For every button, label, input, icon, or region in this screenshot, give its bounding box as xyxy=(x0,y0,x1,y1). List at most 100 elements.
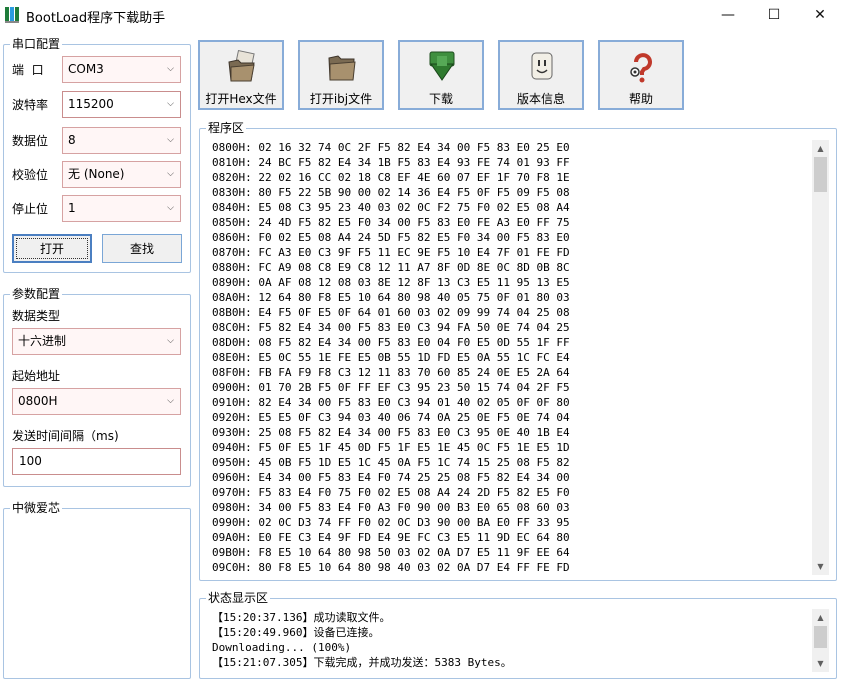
download-label: 下载 xyxy=(428,92,453,106)
hex-line: 0910H: 82 E4 34 00 F5 83 E0 C3 94 01 40 … xyxy=(212,396,570,409)
hex-listing[interactable]: 0800H: 02 16 32 74 0C 2F F5 82 E4 34 00 … xyxy=(212,140,808,576)
hex-line: 08F0H: FB FA F9 F8 C3 12 11 83 70 60 85 … xyxy=(212,366,570,379)
chevron-down-icon: ⌵ xyxy=(167,64,174,74)
hex-line: 08C0H: F5 82 E4 34 00 F5 83 E0 C3 94 FA … xyxy=(212,321,570,334)
hex-line: 0940H: F5 0F E5 1F 45 0D F5 1F E5 1E 45 … xyxy=(212,441,570,454)
hex-line: 0810H: 24 BC F5 82 E4 34 1B F5 83 E4 93 … xyxy=(212,156,570,169)
version-info-label: 版本信息 xyxy=(516,92,565,106)
open-hex-button[interactable]: 打开Hex文件 xyxy=(198,40,284,110)
databits-value: 8 xyxy=(68,133,76,147)
hex-line: 0840H: E5 08 C3 95 23 40 03 02 0C F2 75 … xyxy=(212,201,570,214)
datatype-label: 数据类型 xyxy=(12,309,61,323)
baud-label: 波特率 xyxy=(12,98,49,112)
program-scrollbar[interactable]: ▲ ▼ xyxy=(812,140,829,575)
interval-label: 发送时间间隔（ms) xyxy=(12,429,119,443)
title-bar: BootLoad程序下载助手 — ☐ ✕ xyxy=(0,0,843,30)
hex-line: 09A0H: E0 FE C3 E4 9F FD E4 9E FC C3 E5 … xyxy=(212,531,570,544)
info-face-icon xyxy=(531,52,553,80)
hex-line: 0980H: 34 00 F5 83 E4 F0 A3 F0 90 00 B3 … xyxy=(212,501,570,514)
scroll-up-icon[interactable]: ▲ xyxy=(812,140,829,157)
open-ibj-button[interactable]: 打开ibj文件 xyxy=(298,40,384,110)
brand-group: 中微爱芯 xyxy=(3,501,191,679)
port-label: 端 口 xyxy=(12,63,44,77)
help-button[interactable]: 帮助 xyxy=(598,40,684,110)
help-lifebuoy-icon xyxy=(630,53,652,83)
hex-line: 0830H: 80 F5 22 5B 90 00 02 14 36 E4 F5 … xyxy=(212,186,570,199)
find-port-button[interactable]: 查找 xyxy=(102,234,182,263)
chevron-down-icon: ⌵ xyxy=(167,396,174,406)
parity-label: 校验位 xyxy=(12,168,49,182)
hex-line: 0900H: 01 70 2B F5 0F FF EF C3 95 23 50 … xyxy=(212,381,570,394)
databits-select[interactable]: 8 ⌵ xyxy=(62,127,181,154)
download-arrow-icon xyxy=(429,51,455,81)
hex-line: 08E0H: E5 0C 55 1E FE E5 0B 55 1D FD E5 … xyxy=(212,351,570,364)
port-value: COM3 xyxy=(68,62,104,76)
version-info-button[interactable]: 版本信息 xyxy=(498,40,584,110)
hex-line: 0950H: 45 0B F5 1D E5 1C 45 0A F5 1C 74 … xyxy=(212,456,570,469)
scroll-down-icon[interactable]: ▼ xyxy=(812,655,829,672)
chevron-down-icon: ⌵ xyxy=(167,135,174,145)
download-button[interactable]: 下载 xyxy=(398,40,484,110)
program-scroll-thumb[interactable] xyxy=(814,157,827,192)
baud-select[interactable]: 115200 ⌵ xyxy=(62,91,181,118)
hex-line: 08D0H: 08 F5 82 E4 34 00 F5 83 E0 04 F0 … xyxy=(212,336,570,349)
hex-line: 0800H: 02 16 32 74 0C 2F F5 82 E4 34 00 … xyxy=(212,141,570,154)
hex-line: 0890H: 0A AF 08 12 08 03 8E 12 8F 13 C3 … xyxy=(212,276,570,289)
open-ibj-label: 打开ibj文件 xyxy=(309,92,373,106)
minimize-button[interactable]: — xyxy=(705,0,751,30)
window-title: BootLoad程序下载助手 xyxy=(26,11,166,26)
hex-line: 0920H: E5 E5 0F C3 94 03 40 06 74 0A 25 … xyxy=(212,411,570,424)
hex-line: 08A0H: 12 64 80 F8 E5 10 64 80 98 40 05 … xyxy=(212,291,570,304)
hex-line: 0850H: 24 4D F5 82 E5 F0 34 00 F5 83 E0 … xyxy=(212,216,570,229)
status-title: 状态显示区 xyxy=(206,591,271,605)
open-port-button[interactable]: 打开 xyxy=(12,234,92,263)
hex-line: 09C0H: 80 F8 E5 10 64 80 98 40 03 02 0A … xyxy=(212,561,570,574)
status-line: 【15:20:37.136】成功读取文件。 xyxy=(212,611,391,624)
stopbits-value: 1 xyxy=(68,201,76,215)
port-select[interactable]: COM3 ⌵ xyxy=(62,56,181,83)
folder-icon xyxy=(328,55,356,81)
chevron-down-icon: ⌵ xyxy=(167,99,174,109)
datatype-select[interactable]: 十六进制 ⌵ xyxy=(12,328,181,355)
hex-line: 0930H: 25 08 F5 82 E4 34 00 F5 83 E0 C3 … xyxy=(212,426,570,439)
status-line: Downloading... (100%) xyxy=(212,641,352,654)
brand-group-title: 中微爱芯 xyxy=(10,501,63,515)
status-line: 【15:21:07.305】下载完成，并成功发送：5383 Bytes。 xyxy=(212,656,512,669)
serial-config-title: 串口配置 xyxy=(10,37,63,51)
status-log[interactable]: 【15:20:37.136】成功读取文件。 【15:20:49.960】设备已连接… xyxy=(212,610,808,672)
interval-input[interactable]: 100 xyxy=(12,448,181,475)
hex-line: 0960H: E4 34 00 F5 83 E4 F0 74 25 25 08 … xyxy=(212,471,570,484)
start-address-label: 起始地址 xyxy=(12,369,61,383)
databits-label: 数据位 xyxy=(12,134,49,148)
hex-line: 0990H: 02 0C D3 74 FF F0 02 0C D3 90 00 … xyxy=(212,516,570,529)
hex-line: 09B0H: F8 E5 10 64 80 98 50 03 02 0A D7 … xyxy=(212,546,570,559)
help-label: 帮助 xyxy=(628,92,653,106)
hex-line: 0860H: F0 02 E5 08 A4 24 5D F5 82 E5 F0 … xyxy=(212,231,570,244)
app-logo-icon xyxy=(5,7,21,23)
hex-line: 0870H: FC A3 E0 C3 9F F5 11 EC 9E F5 10 … xyxy=(212,246,570,259)
folder-document-icon xyxy=(228,50,255,82)
status-scrollbar[interactable]: ▲ ▼ xyxy=(812,609,829,672)
stopbits-select[interactable]: 1 ⌵ xyxy=(62,195,181,222)
params-config-title: 参数配置 xyxy=(10,287,63,301)
parity-select[interactable]: 无 (None) ⌵ xyxy=(62,161,181,188)
close-button[interactable]: ✕ xyxy=(797,0,843,30)
baud-value: 115200 xyxy=(68,97,114,111)
stopbits-label: 停止位 xyxy=(12,202,49,216)
status-scroll-thumb[interactable] xyxy=(814,626,827,648)
chevron-down-icon: ⌵ xyxy=(167,203,174,213)
hex-line: 0970H: F5 83 E4 F0 75 F0 02 E5 08 A4 24 … xyxy=(212,486,570,499)
open-hex-label: 打开Hex文件 xyxy=(205,92,277,106)
status-line: 【15:20:49.960】设备已连接。 xyxy=(212,626,380,639)
hex-line: 0820H: 22 02 16 CC 02 18 C8 EF 4E 60 07 … xyxy=(212,171,570,184)
scroll-up-icon[interactable]: ▲ xyxy=(812,609,829,626)
scroll-down-icon[interactable]: ▼ xyxy=(812,558,829,575)
chevron-down-icon: ⌵ xyxy=(167,169,174,179)
hex-line: 08B0H: E4 F5 0F E5 0F 64 01 60 03 02 09 … xyxy=(212,306,570,319)
parity-value: 无 (None) xyxy=(68,167,125,181)
start-address-value: 0800H xyxy=(18,394,58,408)
program-title: 程序区 xyxy=(206,121,247,135)
maximize-button[interactable]: ☐ xyxy=(751,0,797,30)
hex-line: 0880H: FC A9 08 C8 E9 C8 12 11 A7 8F 0D … xyxy=(212,261,570,274)
start-address-select[interactable]: 0800H ⌵ xyxy=(12,388,181,415)
